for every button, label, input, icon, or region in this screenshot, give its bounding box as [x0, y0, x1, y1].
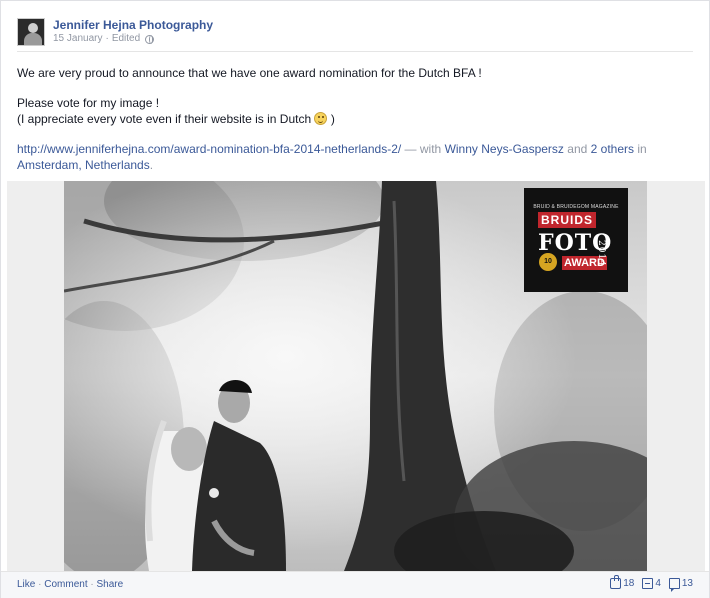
post-line-3-end: )	[327, 112, 335, 126]
post-line-3-text: (I appreciate every vote even if their w…	[17, 112, 315, 126]
thumbs-up-icon	[610, 575, 622, 589]
badge-anniversary-text: 10	[539, 253, 557, 271]
location-link[interactable]: Amsterdam, Netherlands	[17, 158, 150, 172]
action-dot-1: ·	[35, 579, 45, 590]
tagged-person-link[interactable]: Winny Neys-Gaspersz	[445, 142, 564, 156]
likes-count-value: 18	[623, 578, 635, 589]
like-link[interactable]: Like	[17, 579, 35, 590]
location-line: Amsterdam, Netherlands.	[17, 157, 697, 173]
page-avatar[interactable]	[17, 18, 45, 46]
edited-link[interactable]: Edited	[112, 32, 140, 46]
globe-icon[interactable]	[145, 34, 155, 44]
avatar-head	[28, 23, 38, 33]
share-icon	[642, 578, 654, 589]
photo-container: BRUID & BRUIDEGOM MAGAZINE BRUIDS FOTO 1…	[7, 181, 705, 571]
comments-count[interactable]: 13	[668, 578, 693, 592]
header-divider	[17, 51, 693, 52]
post-subline: 15 January · Edited	[53, 32, 213, 46]
avatar-body	[24, 33, 42, 45]
post-actions: Like · Comment · Share	[17, 579, 123, 590]
others-link[interactable]: 2 others	[591, 142, 634, 156]
badge-bruids-text: BRUIDS	[538, 212, 597, 228]
engagement-counts: 18 4 13	[610, 575, 693, 592]
comments-count-value: 13	[681, 578, 693, 589]
post-card: Jennifer Hejna Photography 15 January · …	[0, 0, 710, 598]
post-line-2: Please vote for my image !	[17, 96, 160, 110]
comment-bubble-icon	[668, 578, 680, 592]
post-meta: Jennifer Hejna Photography 15 January · …	[53, 18, 213, 46]
post-line-3: (I appreciate every vote even if their w…	[17, 111, 697, 127]
with-text: — with	[401, 142, 445, 156]
and-text: and	[563, 142, 591, 156]
comment-link[interactable]: Comment	[44, 579, 87, 590]
bfa-award-badge: BRUID & BRUIDEGOM MAGAZINE BRUIDS FOTO 1…	[524, 188, 628, 292]
post-header: Jennifer Hejna Photography 15 January · …	[17, 18, 213, 48]
smile-emoji-icon	[314, 112, 328, 125]
post-date-link[interactable]: 15 January	[53, 32, 102, 46]
post-link-line: http://www.jenniferhejna.com/award-nomin…	[17, 141, 697, 157]
share-link[interactable]: Share	[97, 579, 124, 590]
post-text: We are very proud to announce that we ha…	[17, 65, 697, 173]
location-end: .	[149, 158, 154, 172]
shares-count-value: 4	[655, 578, 661, 589]
post-footer: Like · Comment · Share 18 4 13	[1, 571, 709, 598]
shares-count[interactable]: 4	[642, 578, 661, 589]
likes-count[interactable]: 18	[610, 575, 635, 589]
in-text: in	[634, 142, 647, 156]
meta-separator: ·	[105, 33, 109, 44]
post-photo[interactable]: BRUID & BRUIDEGOM MAGAZINE BRUIDS FOTO 1…	[64, 181, 647, 571]
award-url-link[interactable]: http://www.jenniferhejna.com/award-nomin…	[17, 142, 401, 156]
badge-year-text: 2014	[596, 240, 606, 267]
badge-magazine-text: BRUID & BRUIDEGOM MAGAZINE	[533, 204, 619, 210]
page-name-link[interactable]: Jennifer Hejna Photography	[53, 18, 213, 32]
action-dot-2: ·	[87, 579, 97, 590]
post-line-1: We are very proud to announce that we ha…	[17, 66, 482, 80]
